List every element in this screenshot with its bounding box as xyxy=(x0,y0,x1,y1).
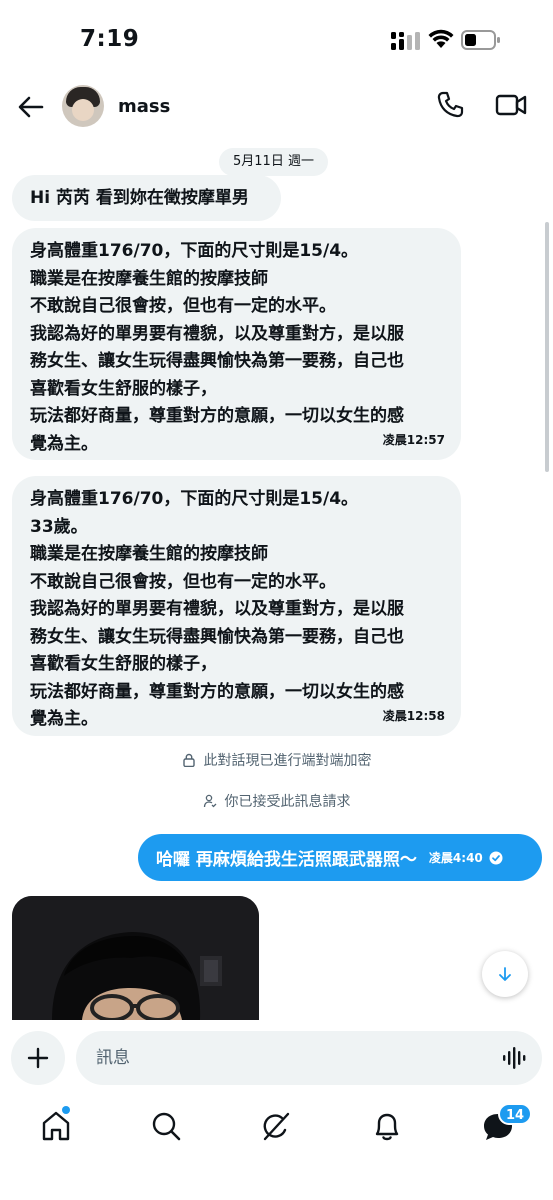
message-text-line: 不敢說自己很會按，但也有一定的水平。 xyxy=(30,296,336,316)
request-accepted-notice: 你已接受此訊息請求 xyxy=(0,791,553,812)
date-separator: 5月11日 週一 xyxy=(219,148,328,176)
message-text-line: 我認為好的單男要有禮貌，以及尊重對方，是以服 xyxy=(30,599,404,619)
photo-content xyxy=(12,896,259,1020)
encryption-notice-text: 此對話現已進行端對端加密 xyxy=(203,753,372,769)
status-bar: 7:19 xyxy=(0,0,553,80)
message-text-line: 務女生、讓女生玩得盡興愉快為第一要務，自己也 xyxy=(30,351,404,371)
message-text-line: 我認為好的單男要有禮貌，以及尊重對方，是以服 xyxy=(30,323,404,344)
avatar-face xyxy=(72,99,94,121)
scrollbar[interactable] xyxy=(545,222,549,472)
message-timestamp: 凌晨12:57 xyxy=(382,433,445,447)
message-text: Hi 芮芮 看到妳在徵按摩單男 xyxy=(30,188,249,208)
notifications-bell-icon[interactable] xyxy=(369,1108,405,1144)
read-check-icon xyxy=(489,851,503,864)
message-text-line: 玩法都好商量，尊重對方的意願，一切以女生的感 xyxy=(30,406,404,426)
message-text-line: 玩法都好商量，尊重對方的意願，一切以女生的感 xyxy=(30,681,404,702)
encryption-notice: 此對話現已進行端對端加密 xyxy=(0,750,553,771)
back-arrow-icon[interactable] xyxy=(14,90,48,124)
scroll-to-bottom-button[interactable] xyxy=(482,951,528,997)
search-icon[interactable] xyxy=(148,1108,184,1144)
grok-icon[interactable] xyxy=(258,1108,294,1144)
sent-message-timestamp: 凌晨4:40 xyxy=(428,851,483,865)
arrow-down-icon xyxy=(499,967,511,981)
message-text-line: 職業是在按摩養生館的按摩技師 xyxy=(30,544,268,564)
wifi-icon xyxy=(428,29,454,48)
phone-icon[interactable] xyxy=(434,89,466,121)
message-text-line: 身高體重176/70，下面的尺寸則是15/4。 xyxy=(30,241,359,261)
message-input[interactable] xyxy=(96,1031,486,1085)
status-time: 7:19 xyxy=(80,26,140,52)
received-message-bubble[interactable]: 身高體重176/70，下面的尺寸則是15/4。 33歲。 職業是在按摩養生館的按… xyxy=(12,476,461,736)
received-message-bubble[interactable]: Hi 芮芮 看到妳在徵按摩單男 xyxy=(12,175,281,221)
contact-name[interactable]: mass xyxy=(118,96,170,117)
message-text-line: 喜歡看女生舒服的樣子， xyxy=(30,654,217,674)
home-notification-dot xyxy=(62,1106,70,1114)
message-text-line: 務女生、讓女生玩得盡興愉快為第一要務，自己也 xyxy=(30,626,404,647)
sent-message-text: 哈囉 再麻煩給我生活照跟武器照～ xyxy=(156,850,417,870)
message-text-line: 不敢說自己很會按，但也有一定的水平。 xyxy=(30,571,336,592)
message-input-container[interactable] xyxy=(76,1031,542,1085)
avatar[interactable] xyxy=(62,85,104,127)
cellular-signal-icon xyxy=(391,32,420,50)
received-message-bubble[interactable]: 身高體重176/70，下面的尺寸則是15/4。 職業是在按摩養生館的按摩技師 不… xyxy=(12,228,461,460)
sent-message-bubble[interactable]: 哈囉 再麻煩給我生活照跟武器照～ 凌晨4:40 xyxy=(138,834,542,881)
conversation-header: mass xyxy=(0,80,553,140)
plus-icon xyxy=(27,1047,49,1069)
message-text-line: 喜歡看女生舒服的樣子， xyxy=(30,378,217,399)
request-accepted-text: 你已接受此訊息請求 xyxy=(224,794,351,810)
voice-message-icon[interactable] xyxy=(502,1046,528,1070)
message-composer xyxy=(0,1022,553,1098)
add-attachment-button[interactable] xyxy=(11,1031,65,1085)
received-photo[interactable] xyxy=(12,896,259,1020)
message-timestamp: 凌晨12:58 xyxy=(382,709,445,723)
bottom-navigation: 14 xyxy=(0,1098,553,1200)
messages-badge: 14 xyxy=(498,1103,533,1125)
message-text-line: 33歲。 xyxy=(30,516,88,537)
video-call-icon[interactable] xyxy=(494,89,528,121)
lock-icon xyxy=(182,753,195,767)
battery-icon xyxy=(461,30,500,50)
message-text-line: 覺為主。 xyxy=(30,709,98,729)
person-check-icon xyxy=(203,794,216,808)
message-text-line: 職業是在按摩養生館的按摩技師 xyxy=(30,268,268,289)
home-icon[interactable] xyxy=(38,1108,74,1144)
message-text-line: 身高體重176/70，下面的尺寸則是15/4。 xyxy=(30,489,359,509)
message-text-line: 覺為主。 xyxy=(30,433,98,454)
